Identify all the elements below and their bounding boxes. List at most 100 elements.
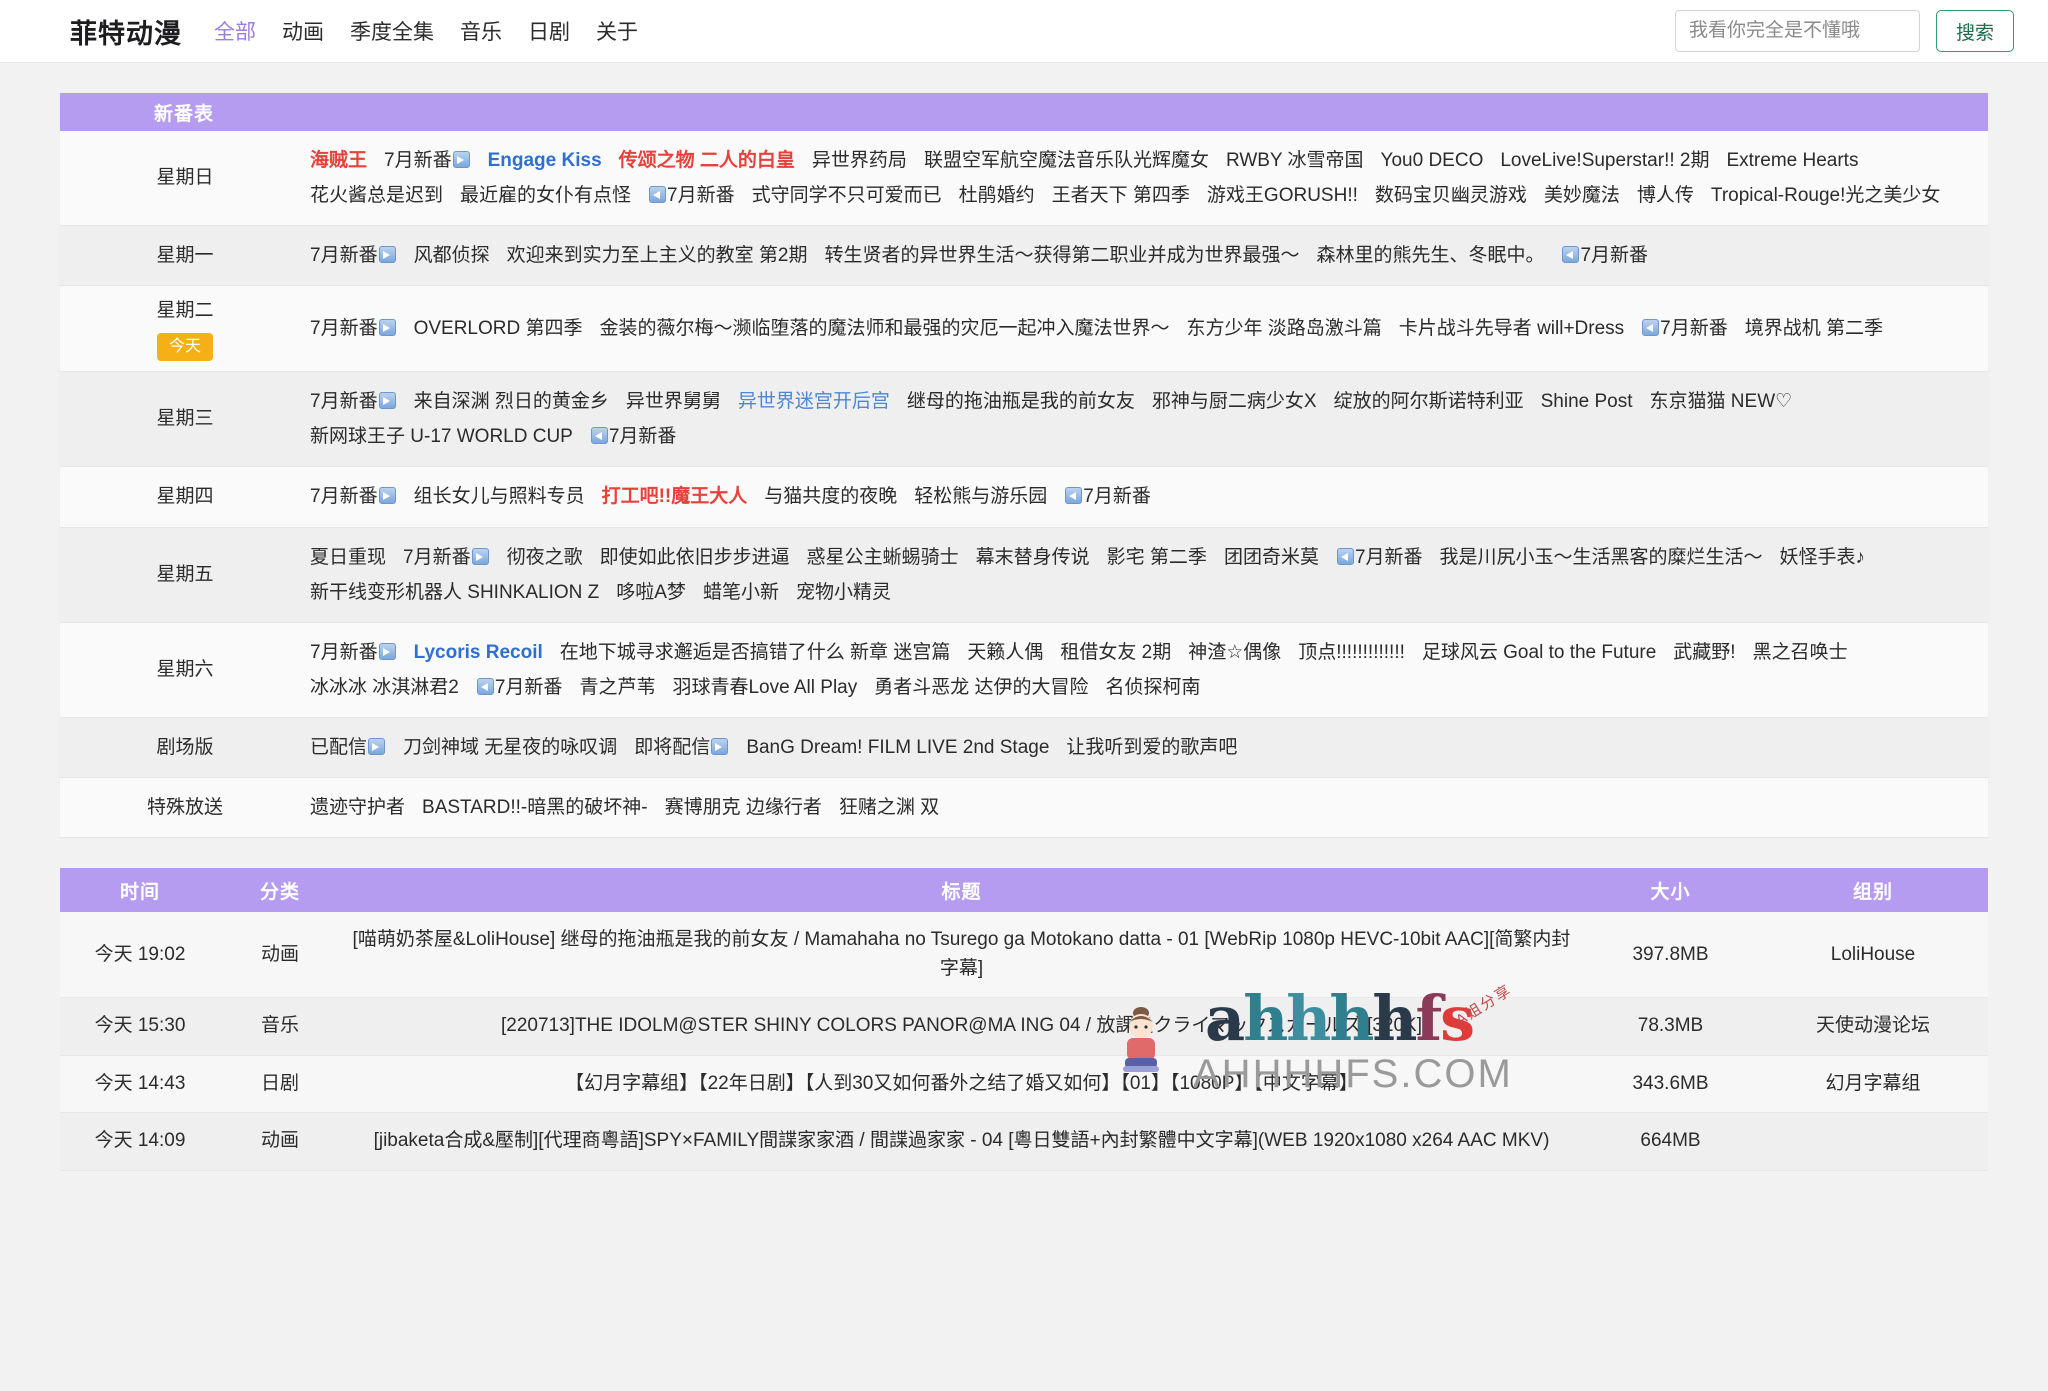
schedule-title-link[interactable]: 数码宝贝幽灵游戏 — [1375, 178, 1527, 213]
cell-category[interactable]: 日剧 — [220, 1055, 340, 1114]
cell-group[interactable] — [1758, 1112, 1988, 1171]
schedule-title-link[interactable]: 即将配信 — [634, 730, 729, 765]
site-brand[interactable]: 菲特动漫 — [70, 12, 182, 51]
schedule-title-link[interactable]: 顶点!!!!!!!!!!!!! — [1298, 635, 1405, 670]
col-header-cat[interactable]: 分类 — [220, 868, 340, 913]
schedule-title-link[interactable]: 7月新番 — [590, 419, 676, 454]
schedule-title-link[interactable]: 传颂之物 二人的白皇 — [619, 143, 795, 178]
schedule-title-link[interactable]: RWBY 冰雪帝国 — [1226, 143, 1364, 178]
schedule-title-link[interactable]: 蜡笔小新 — [703, 575, 779, 610]
schedule-title-link[interactable]: 幕末替身传说 — [976, 540, 1090, 575]
schedule-title-link[interactable]: 7月新番 — [310, 238, 397, 273]
schedule-title-link[interactable]: 异世界药局 — [812, 143, 907, 178]
col-header-title[interactable]: 标题 — [340, 868, 1583, 913]
nav-item-anime[interactable]: 动画 — [282, 16, 324, 46]
schedule-title-link[interactable]: 7月新番 — [1641, 311, 1728, 346]
schedule-title-link[interactable]: 让我听到爱的歌声吧 — [1066, 730, 1237, 765]
schedule-title-link[interactable]: 美妙魔法 — [1544, 178, 1620, 213]
schedule-title-link[interactable]: 新网球王子 U-17 WORLD CUP — [310, 419, 573, 454]
schedule-title-link[interactable]: 继母的拖油瓶是我的前女友 — [907, 384, 1135, 419]
schedule-title-link[interactable]: 青之芦苇 — [579, 670, 655, 705]
table-row[interactable]: 今天 19:02 动画 [喵萌奶茶屋&LoliHouse] 继母的拖油瓶是我的前女友… — [60, 912, 1988, 999]
schedule-title-link[interactable]: 名侦探柯南 — [1106, 670, 1201, 705]
schedule-title-link[interactable]: 新干线变形机器人 SHINKALION Z — [310, 575, 599, 610]
schedule-title-link[interactable]: 夏日重现 — [310, 540, 386, 575]
schedule-title-link[interactable]: 勇者斗恶龙 达伊的大冒险 — [874, 670, 1088, 705]
schedule-title-link[interactable]: 7月新番 — [476, 670, 562, 705]
schedule-title-link[interactable]: 组长女儿与照料专员 — [414, 479, 585, 514]
schedule-title-link[interactable]: 东京猫猫 NEW♡ — [1650, 384, 1793, 419]
cell-group[interactable]: 天使动漫论坛 — [1758, 997, 1988, 1056]
schedule-title-link[interactable]: 刀剑神域 无星夜的咏叹调 — [403, 730, 617, 765]
schedule-title-link[interactable]: 7月新番 — [403, 540, 490, 575]
schedule-title-link[interactable]: 彻夜之歌 — [507, 540, 583, 575]
schedule-title-link[interactable]: Extreme Hearts — [1726, 143, 1858, 178]
schedule-title-link[interactable]: 来自深渊 烈日的黄金乡 — [414, 384, 609, 419]
cell-title[interactable]: 【幻月字幕组】【22年日剧】【人到30又如何番外之结了婚又如何】【01】【108… — [340, 1055, 1583, 1114]
schedule-title-link[interactable]: 打工吧!!魔王大人 — [602, 479, 748, 514]
col-header-time[interactable]: 时间 — [60, 868, 220, 913]
schedule-title-link[interactable]: 博人传 — [1637, 178, 1694, 213]
schedule-title-link[interactable]: 我是川尻小玉～生活黑客的糜烂生活～ — [1440, 540, 1763, 575]
schedule-title-link[interactable]: 金装的薇尔梅～濒临堕落的魔法师和最强的灾厄一起冲入魔法世界～ — [600, 311, 1170, 346]
schedule-title-link[interactable]: 遗迹守护者 — [310, 790, 405, 825]
schedule-title-link[interactable]: 卡片战斗先导者 will+Dress — [1399, 311, 1624, 346]
schedule-title-link[interactable]: 妖怪手表♪ — [1780, 540, 1866, 575]
search-input[interactable] — [1675, 10, 1920, 52]
schedule-title-link[interactable]: BASTARD!!-暗黑的破坏神- — [422, 790, 648, 825]
col-header-size[interactable]: 大小 — [1583, 868, 1758, 913]
schedule-title-link[interactable]: 邪神与厨二病少女X — [1152, 384, 1317, 419]
cell-category[interactable]: 动画 — [220, 912, 340, 999]
schedule-title-link[interactable]: 与猫共度的夜晚 — [764, 479, 897, 514]
nav-item-music[interactable]: 音乐 — [460, 16, 502, 46]
cell-group[interactable]: LoliHouse — [1758, 912, 1988, 999]
schedule-title-link[interactable]: 赛博朋克 边缘行者 — [665, 790, 822, 825]
schedule-title-link[interactable]: 森林里的熊先生、冬眠中。 — [1316, 238, 1544, 273]
table-row[interactable]: 今天 14:09 动画 [jibaketa合成&壓制][代理商粵語]SPY×FAMI… — [60, 1112, 1988, 1171]
nav-item-drama[interactable]: 日剧 — [528, 16, 570, 46]
schedule-title-link[interactable]: 杜鹃婚约 — [959, 178, 1035, 213]
schedule-title-link[interactable]: 冰冰冰 冰淇淋君2 — [310, 670, 459, 705]
schedule-title-link[interactable]: Lycoris Recoil — [414, 635, 543, 670]
schedule-title-link[interactable]: You0 DECO — [1381, 143, 1484, 178]
schedule-title-link[interactable]: 海贼王 — [310, 143, 367, 178]
cell-category[interactable]: 动画 — [220, 1112, 340, 1171]
schedule-title-link[interactable]: 7月新番 — [310, 479, 397, 514]
schedule-title-link[interactable]: 影宅 第二季 — [1107, 540, 1207, 575]
nav-item-season[interactable]: 季度全集 — [350, 16, 434, 46]
schedule-title-link[interactable]: 足球风云 Goal to the Future — [1422, 635, 1656, 670]
schedule-title-link[interactable]: 已配信 — [310, 730, 386, 765]
schedule-title-link[interactable]: 哆啦A梦 — [616, 575, 686, 610]
cell-title[interactable]: [jibaketa合成&壓制][代理商粵語]SPY×FAMILY間諜家家酒 / … — [340, 1112, 1583, 1171]
schedule-title-link[interactable]: Shine Post — [1541, 384, 1633, 419]
col-header-group[interactable]: 组别 — [1758, 868, 1988, 913]
schedule-title-link[interactable]: 武藏野! — [1673, 635, 1735, 670]
schedule-title-link[interactable]: 轻松熊与游乐园 — [914, 479, 1047, 514]
schedule-title-link[interactable]: OVERLORD 第四季 — [414, 311, 583, 346]
schedule-title-link[interactable]: 在地下城寻求邂逅是否搞错了什么 新章 迷宫篇 — [560, 635, 951, 670]
schedule-title-link[interactable]: 转生贤者的异世界生活～获得第二职业并成为世界最强～ — [824, 238, 1299, 273]
schedule-title-link[interactable]: 羽球青春Love All Play — [672, 670, 857, 705]
schedule-title-link[interactable]: 神渣☆偶像 — [1188, 635, 1281, 670]
schedule-title-link[interactable]: 即使如此依旧步步进逼 — [600, 540, 790, 575]
schedule-title-link[interactable]: 7月新番 — [310, 635, 397, 670]
cell-category[interactable]: 音乐 — [220, 997, 340, 1056]
schedule-title-link[interactable]: 绽放的阿尔斯诺特利亚 — [1334, 384, 1524, 419]
schedule-title-link[interactable]: 黑之召唤士 — [1753, 635, 1848, 670]
schedule-title-link[interactable]: 联盟空军航空魔法音乐队光辉魔女 — [924, 143, 1209, 178]
schedule-title-link[interactable]: LoveLive!Superstar!! 2期 — [1500, 143, 1709, 178]
nav-item-all[interactable]: 全部 — [214, 16, 256, 46]
schedule-title-link[interactable]: Engage Kiss — [488, 143, 602, 178]
schedule-title-link[interactable]: 天籁人偶 — [967, 635, 1043, 670]
schedule-title-link[interactable]: 惑星公主蜥蜴骑士 — [807, 540, 959, 575]
schedule-title-link[interactable]: 游戏王GORUSH!! — [1207, 178, 1358, 213]
schedule-title-link[interactable]: 租借女友 2期 — [1060, 635, 1171, 670]
table-row[interactable]: 今天 15:30 音乐 [220713]THE IDOLM@STER SHINY C… — [60, 997, 1988, 1056]
schedule-title-link[interactable]: 异世界迷宫开后宫 — [738, 384, 890, 419]
schedule-title-link[interactable]: 式守同学不只可爱而已 — [752, 178, 942, 213]
schedule-title-link[interactable]: 东方少年 淡路岛激斗篇 — [1187, 311, 1382, 346]
schedule-title-link[interactable]: 欢迎来到实力至上主义的教室 第2期 — [507, 238, 808, 273]
nav-item-about[interactable]: 关于 — [596, 16, 638, 46]
schedule-title-link[interactable]: 最近雇的女仆有点怪 — [460, 178, 631, 213]
schedule-title-link[interactable]: 7月新番 — [648, 178, 735, 213]
